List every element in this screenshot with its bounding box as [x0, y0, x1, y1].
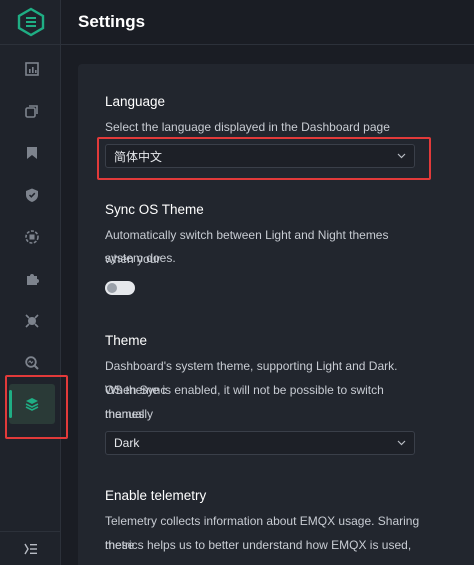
search-monitor-icon: [25, 356, 39, 370]
settings-layers-icon: [25, 398, 39, 411]
sync-theme-toggle[interactable]: [105, 281, 135, 295]
theme-select-value: Dark: [114, 436, 140, 450]
integration-icon: [25, 230, 39, 244]
diagnose-icon: [25, 314, 39, 328]
sidebar-item-plugins[interactable]: [14, 264, 50, 294]
collapse-sidebar-button[interactable]: [0, 531, 61, 565]
connections-icon: [25, 105, 38, 118]
sidebar-item-settings[interactable]: [9, 384, 55, 424]
language-select-value: 简体中文: [114, 149, 163, 164]
language-heading: Language: [105, 94, 166, 109]
security-icon: [26, 188, 38, 202]
emqx-logo[interactable]: [0, 0, 61, 45]
theme-select[interactable]: Dark: [105, 431, 415, 455]
sync-theme-heading: Sync OS Theme: [105, 202, 204, 217]
top-header: Settings: [61, 0, 474, 45]
theme-heading: Theme: [105, 333, 148, 348]
sidebar: [0, 0, 61, 565]
telemetry-description-line2: metrics helps us to better understand ho…: [105, 538, 412, 565]
sidebar-item-connections[interactable]: [14, 96, 50, 126]
theme-description-line3: manually: [105, 407, 154, 421]
page-title: Settings: [78, 12, 146, 31]
sidebar-item-rules[interactable]: [14, 138, 50, 168]
dashboard-icon: [25, 62, 39, 76]
collapse-menu-icon: [23, 543, 37, 554]
logo-hexagon-icon: [17, 7, 44, 37]
chevron-down-icon: [397, 153, 406, 159]
language-description: Select the language displayed in the Das…: [105, 120, 390, 134]
telemetry-heading: Enable telemetry: [105, 488, 207, 503]
language-select[interactable]: 简体中文: [105, 144, 415, 168]
toggle-knob: [107, 283, 117, 293]
sync-theme-description-line2: system does.: [105, 251, 176, 265]
sidebar-item-integration[interactable]: [14, 222, 50, 252]
sidebar-item-monitor[interactable]: [14, 348, 50, 378]
rules-icon: [27, 147, 37, 159]
sidebar-item-dashboard[interactable]: [14, 54, 50, 84]
sidebar-item-diagnose[interactable]: [14, 306, 50, 336]
sidebar-item-security[interactable]: [14, 180, 50, 210]
plugins-icon: [27, 274, 39, 285]
chevron-down-icon: [397, 440, 406, 446]
